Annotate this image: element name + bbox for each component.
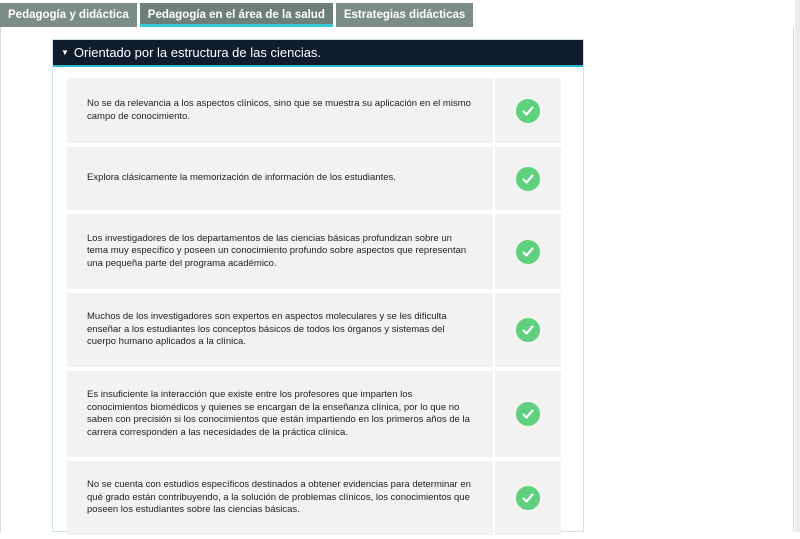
item-check-cell [495,78,561,143]
check-circle-icon [516,239,540,264]
scrollbar-track[interactable] [795,0,800,532]
tab-bar: Pedagogía y didáctica Pedagogía en el ár… [0,0,800,27]
check-circle-icon [516,318,540,342]
item-check-cell [495,371,561,457]
item-check-cell [495,147,561,210]
check-circle-icon [516,486,540,510]
list-item: Muchos de los investigadores son experto… [67,293,561,367]
item-text: No se cuenta con estudios específicos de… [67,461,493,535]
item-check-cell [495,293,561,367]
check-circle-icon [516,166,540,191]
list-item: No se cuenta con estudios específicos de… [67,461,561,535]
item-text: Explora clásicamente la memorización de … [67,147,493,210]
list-item: No se da relevancia a los aspectos clíni… [67,78,561,143]
item-text: Los investigadores de los departamentos … [67,214,493,289]
tab-pedagogia-area-salud[interactable]: Pedagogía en el área de la salud [139,3,333,27]
tabs: Pedagogía y didáctica Pedagogía en el ár… [0,3,476,27]
tab-estrategias-didacticas[interactable]: Estrategias didácticas [335,3,474,27]
item-text: No se da relevancia a los aspectos clíni… [67,78,493,143]
list-item: Los investigadores de los departamentos … [67,214,561,289]
check-circle-icon [516,98,540,123]
tab-pedagogia-didactica[interactable]: Pedagogía y didáctica [0,3,137,27]
item-check-cell [495,461,561,535]
list-item: Explora clásicamente la memorización de … [67,147,561,210]
accordion-panel: ▼ Orientado por la estructura de las cie… [52,39,584,535]
list-item: Es insuficiente la interacción que exist… [67,371,561,457]
accordion-title: Orientado por la estructura de las cienc… [73,45,322,60]
criteria-list: No se da relevancia a los aspectos clíni… [67,78,561,539]
item-text: Muchos de los investigadores son experto… [67,293,493,367]
accordion-header[interactable]: ▼ Orientado por la estructura de las cie… [53,40,583,67]
item-check-cell [495,214,561,289]
check-circle-icon [516,402,540,426]
caret-down-icon: ▼ [61,48,69,57]
item-text: Es insuficiente la interacción que exist… [67,371,493,457]
